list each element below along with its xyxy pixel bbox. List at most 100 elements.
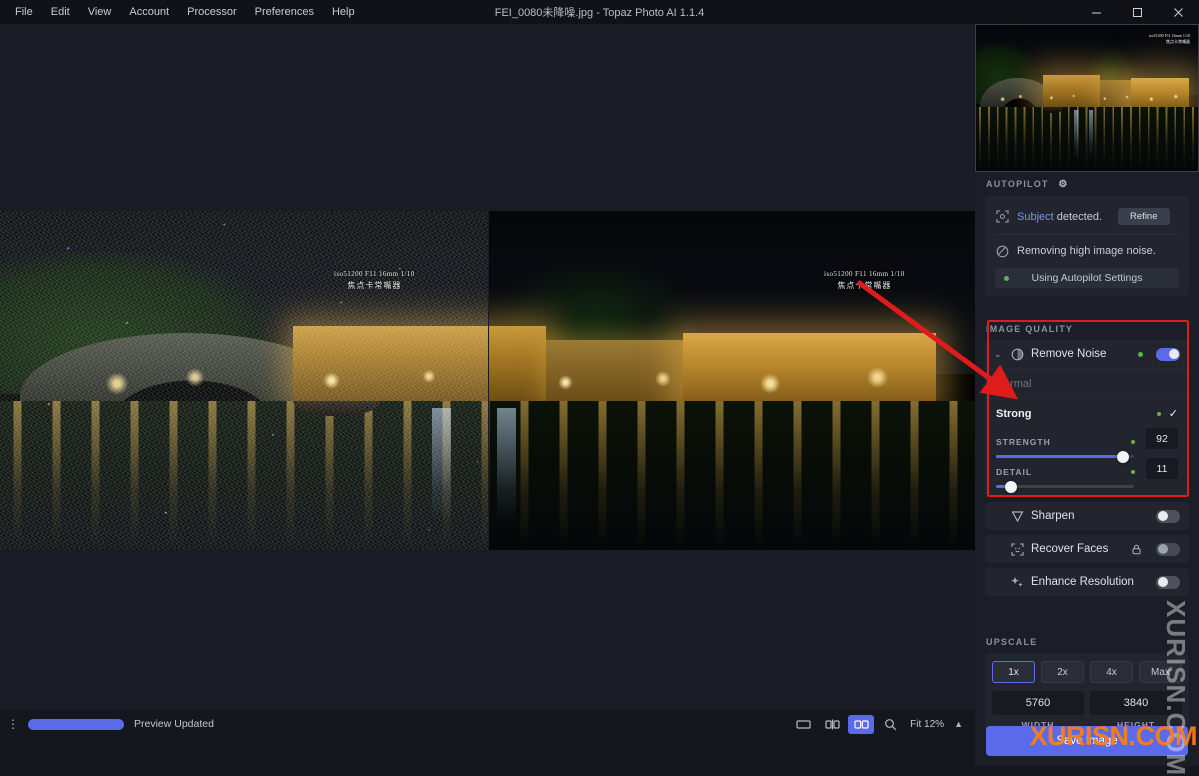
remove-noise-module: ⌄ Remove Noise Normal Strong ✓ STRENGTH	[985, 340, 1189, 497]
chevron-down-icon[interactable]: ⌄	[994, 349, 1003, 360]
exif-overlay-before: iso51200 F11 16mm 1/10 焦点卡常嘴器	[334, 270, 415, 290]
remove-noise-toggle[interactable]	[1156, 347, 1180, 361]
save-image-button[interactable]: Save Image	[986, 726, 1188, 756]
autopilot-divider	[995, 234, 1179, 235]
detail-slider[interactable]	[996, 480, 1134, 493]
height-input[interactable]: 3840	[1090, 691, 1182, 715]
recover-faces-header[interactable]: Recover Faces	[985, 535, 1189, 563]
dimension-inputs: 5760 WIDTH 3840 HEIGHT	[992, 691, 1182, 730]
image-quality-label: IMAGE QUALITY	[986, 324, 1074, 334]
recover-faces-module: Recover Faces	[985, 535, 1189, 563]
subject-detect-icon	[995, 210, 1009, 224]
split-preview[interactable]	[0, 211, 975, 550]
menu-bar: File Edit View Account Processor Prefere…	[0, 3, 364, 22]
menu-preferences[interactable]: Preferences	[246, 3, 323, 22]
enhance-resolution-module: Enhance Resolution	[985, 568, 1189, 596]
upscale-max-button[interactable]: Max	[1139, 661, 1182, 683]
photo-after	[489, 211, 975, 550]
sharpen-module: Sharpen	[985, 502, 1189, 530]
enhance-resolution-toggle[interactable]	[1156, 575, 1180, 589]
upscale-4x-button[interactable]: 4x	[1090, 661, 1133, 683]
menu-help[interactable]: Help	[323, 3, 364, 22]
detail-status-dot	[1131, 469, 1135, 474]
remove-noise-icon	[1010, 347, 1024, 361]
preset-normal[interactable]: Normal	[985, 368, 1189, 398]
upscale-section: UPSCALE 1x 2x 4x Max 5760 WIDTH 3840 HEI…	[975, 637, 1199, 736]
autopilot-section-label: AUTOPILOT ⚙	[986, 179, 1069, 190]
upscale-card: 1x 2x 4x Max 5760 WIDTH 3840 HEIGHT	[985, 653, 1189, 736]
noise-status-text: Removing high image noise.	[1017, 245, 1156, 257]
detail-slider-block: DETAIL 11	[985, 458, 1189, 493]
thumbnail-exif-text: iso51200 F11 16mm 1/10 焦点卡常嘴器	[1148, 33, 1190, 44]
menu-edit[interactable]: Edit	[42, 3, 79, 22]
split-divider[interactable]	[488, 211, 489, 550]
recover-faces-label: Recover Faces	[1031, 543, 1109, 555]
strength-slider-block: STRENGTH 92	[985, 428, 1189, 463]
title-bar: File Edit View Account Processor Prefere…	[0, 0, 1199, 24]
subject-detected-row: Subject detected. Refine	[985, 202, 1189, 231]
split-view-icon[interactable]	[848, 714, 875, 734]
lock-icon	[1129, 542, 1143, 556]
gear-icon[interactable]: ⚙	[1058, 179, 1068, 190]
strength-slider[interactable]	[996, 450, 1134, 463]
close-button[interactable]	[1158, 0, 1199, 24]
menu-file[interactable]: File	[6, 3, 42, 22]
image-quality-section: IMAGE QUALITY ⌄ Remove Noise Normal Stro…	[975, 324, 1199, 601]
strength-label: STRENGTH	[996, 436, 1051, 447]
recover-faces-toggle[interactable]	[1156, 542, 1180, 556]
compare-view-icon[interactable]	[819, 715, 845, 734]
face-icon	[1010, 542, 1024, 556]
settings-panel: iso51200 F11 16mm 1/10 焦点卡常嘴器 AUTOPILOT …	[975, 24, 1199, 766]
noise-icon	[995, 244, 1009, 258]
status-text: Preview Updated	[134, 718, 214, 730]
autopilot-section: AUTOPILOT ⚙ Subject detected. Refine Rem…	[975, 179, 1199, 296]
enhance-resolution-label: Enhance Resolution	[1031, 576, 1134, 588]
thumbnail-preview[interactable]: iso51200 F11 16mm 1/10 焦点卡常嘴器	[975, 24, 1199, 172]
upscale-buttons: 1x 2x 4x Max	[992, 661, 1182, 683]
window-controls	[1076, 0, 1199, 24]
refine-button[interactable]: Refine	[1118, 208, 1170, 225]
detail-label: DETAIL	[996, 466, 1033, 477]
enhance-resolution-header[interactable]: Enhance Resolution	[985, 568, 1189, 596]
strength-status-dot	[1131, 439, 1135, 444]
single-view-icon[interactable]	[790, 715, 816, 734]
preset-strong[interactable]: Strong ✓	[985, 398, 1189, 428]
upscale-2x-button[interactable]: 2x	[1041, 661, 1084, 683]
preset-status-dot	[1156, 411, 1161, 416]
more-options-icon[interactable]: ⋮	[0, 717, 26, 731]
preview-before[interactable]	[0, 211, 488, 550]
zoom-caret-icon[interactable]: ▲	[950, 719, 967, 729]
check-icon: ✓	[1168, 408, 1178, 420]
minimize-button[interactable]	[1076, 0, 1117, 24]
zoom-level-label[interactable]: Fit 12%	[910, 719, 944, 730]
preview-after[interactable]	[489, 211, 975, 550]
using-autopilot-settings-pill[interactable]: Using Autopilot Settings	[995, 268, 1179, 288]
image-canvas[interactable]: iso51200 F11 16mm 1/10 焦点卡常嘴器 iso51200 F…	[0, 24, 975, 738]
sharpen-icon	[1010, 509, 1024, 523]
sharpen-label: Sharpen	[1031, 510, 1075, 522]
width-input[interactable]: 5760	[992, 691, 1084, 715]
upscale-1x-button[interactable]: 1x	[992, 661, 1035, 683]
menu-account[interactable]: Account	[120, 3, 178, 22]
noise-overlay-fine	[0, 211, 488, 550]
menu-processor[interactable]: Processor	[178, 3, 246, 22]
detail-value[interactable]: 11	[1146, 458, 1178, 479]
remove-noise-label: Remove Noise	[1031, 348, 1107, 360]
zoom-icon[interactable]	[877, 715, 903, 734]
view-toolbar: Fit 12% ▲	[790, 710, 967, 738]
remove-noise-header[interactable]: ⌄ Remove Noise	[985, 340, 1189, 368]
subject-detected-text: Subject detected.	[1017, 210, 1103, 223]
maximize-button[interactable]	[1117, 0, 1158, 24]
remove-noise-status-dot	[1138, 351, 1143, 357]
progress-bar	[28, 718, 124, 730]
noise-status-row: Removing high image noise.	[985, 238, 1189, 264]
exif-overlay-after: iso51200 F11 16mm 1/10 焦点卡常嘴器	[824, 270, 905, 290]
sharpen-toggle[interactable]	[1156, 509, 1180, 523]
autopilot-card: Subject detected. Refine Removing high i…	[985, 196, 1189, 296]
strength-value[interactable]: 92	[1146, 428, 1178, 449]
status-dot	[1004, 275, 1009, 281]
menu-view[interactable]: View	[79, 3, 121, 22]
upscale-label: UPSCALE	[986, 637, 1038, 647]
sharpen-header[interactable]: Sharpen	[985, 502, 1189, 530]
thumbnail-image	[976, 25, 1198, 171]
